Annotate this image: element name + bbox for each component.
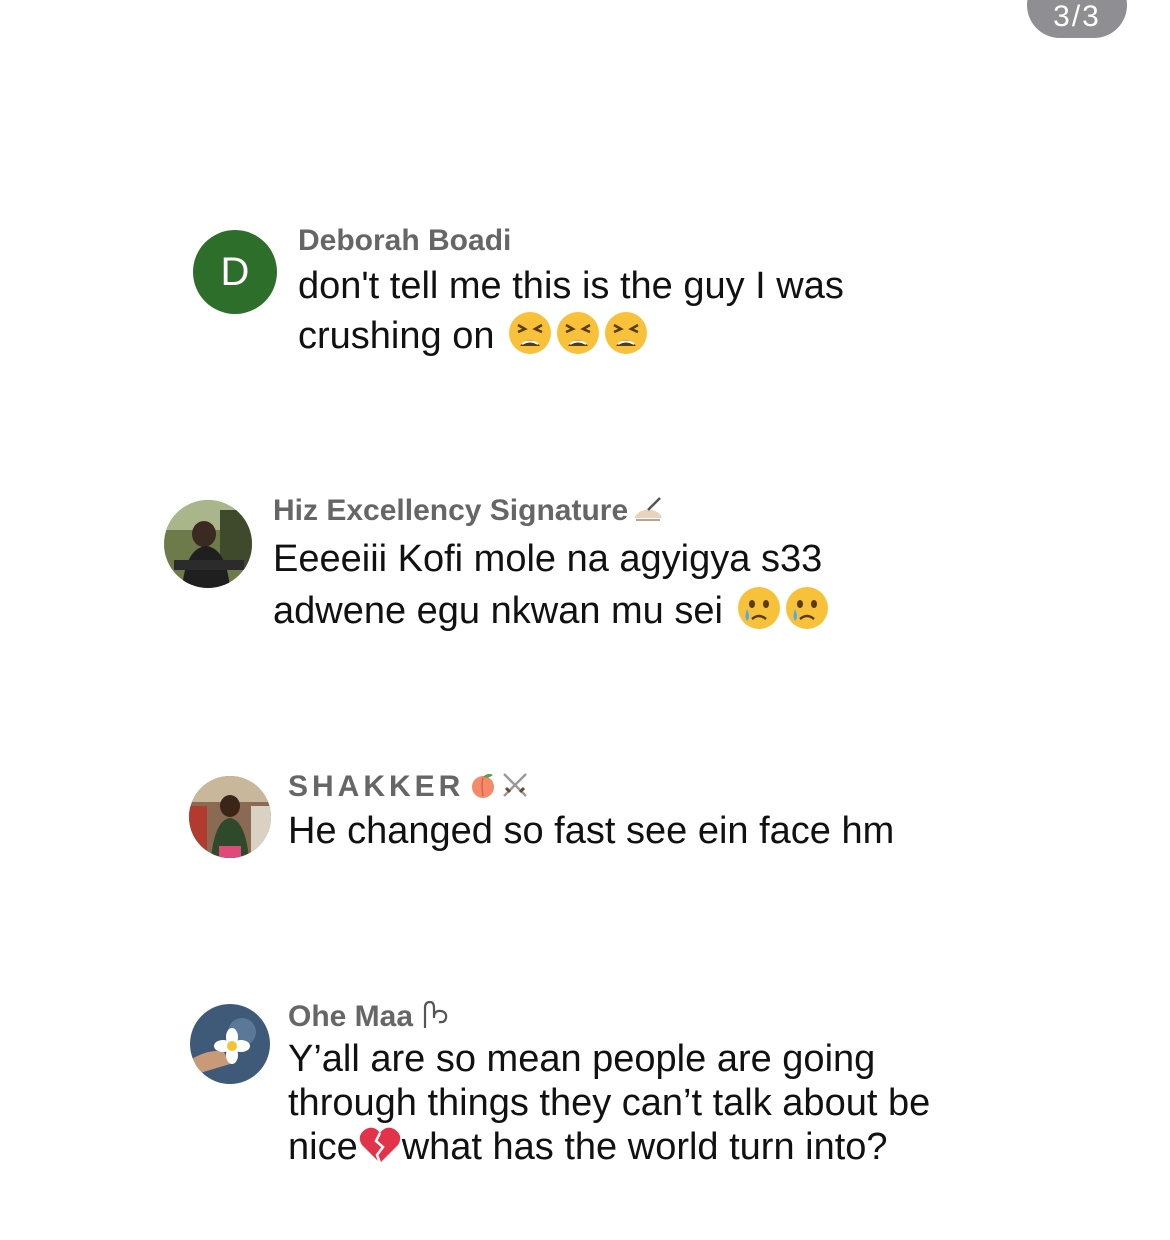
avatar[interactable]: D <box>193 230 277 314</box>
broken-heart-emoji <box>358 1125 402 1177</box>
avatar[interactable] <box>164 500 252 588</box>
tired-face-emoji <box>507 310 553 368</box>
writing-hand-emoji <box>630 494 666 532</box>
comment-author[interactable]: SHAKKER <box>288 770 530 808</box>
avatar-initial: D <box>220 250 250 294</box>
comment-text: adwene egu nkwan mu sei <box>273 590 723 632</box>
comment-text: what has the world turn into? <box>401 1126 888 1168</box>
comment-author[interactable]: Ohe Maa <box>288 998 451 1040</box>
author-name: Hiz Excellency Signature <box>273 494 629 527</box>
peach-emoji <box>468 770 498 808</box>
avatar[interactable] <box>190 1004 270 1084</box>
comment-text: nice <box>288 1126 358 1168</box>
comment-body-line: Y’all are so mean people are going <box>288 1038 876 1080</box>
comment-body-line: adwene egu nkwan mu sei <box>273 585 830 643</box>
comment-body-line: crushing on <box>298 310 649 368</box>
comment-body-line: Eeeeiii Kofi mole na agyigya s33 <box>273 538 823 580</box>
comment-body-line: nice what has the world turn into? <box>288 1124 888 1177</box>
author-name: SHAKKER <box>288 770 465 803</box>
crying-face-emoji <box>736 585 782 643</box>
tired-face-emoji <box>603 310 649 368</box>
tired-face-emoji <box>555 310 601 368</box>
author-name: Ohe Maa <box>288 1000 414 1033</box>
avatar[interactable] <box>189 776 271 858</box>
comment-body-line: through things they can’t talk about be <box>288 1082 931 1124</box>
pinched-fingers-emoji <box>419 998 451 1040</box>
crying-face-emoji <box>784 585 830 643</box>
comment-body-line: He changed so fast see ein face hm <box>288 810 895 852</box>
avatar-photo-icon <box>164 500 252 588</box>
comment-body-line: don't tell me this is the guy I was <box>298 265 844 307</box>
comment-text: crushing on <box>298 315 495 357</box>
comment-author[interactable]: Hiz Excellency Signature <box>273 494 666 532</box>
avatar-photo-icon <box>189 776 271 858</box>
page-indicator: 3/3 <box>1027 0 1127 38</box>
avatar-photo-icon <box>190 1004 270 1084</box>
crossed-swords-emoji <box>500 770 530 808</box>
comment-author[interactable]: Deborah Boadi <box>298 224 511 258</box>
